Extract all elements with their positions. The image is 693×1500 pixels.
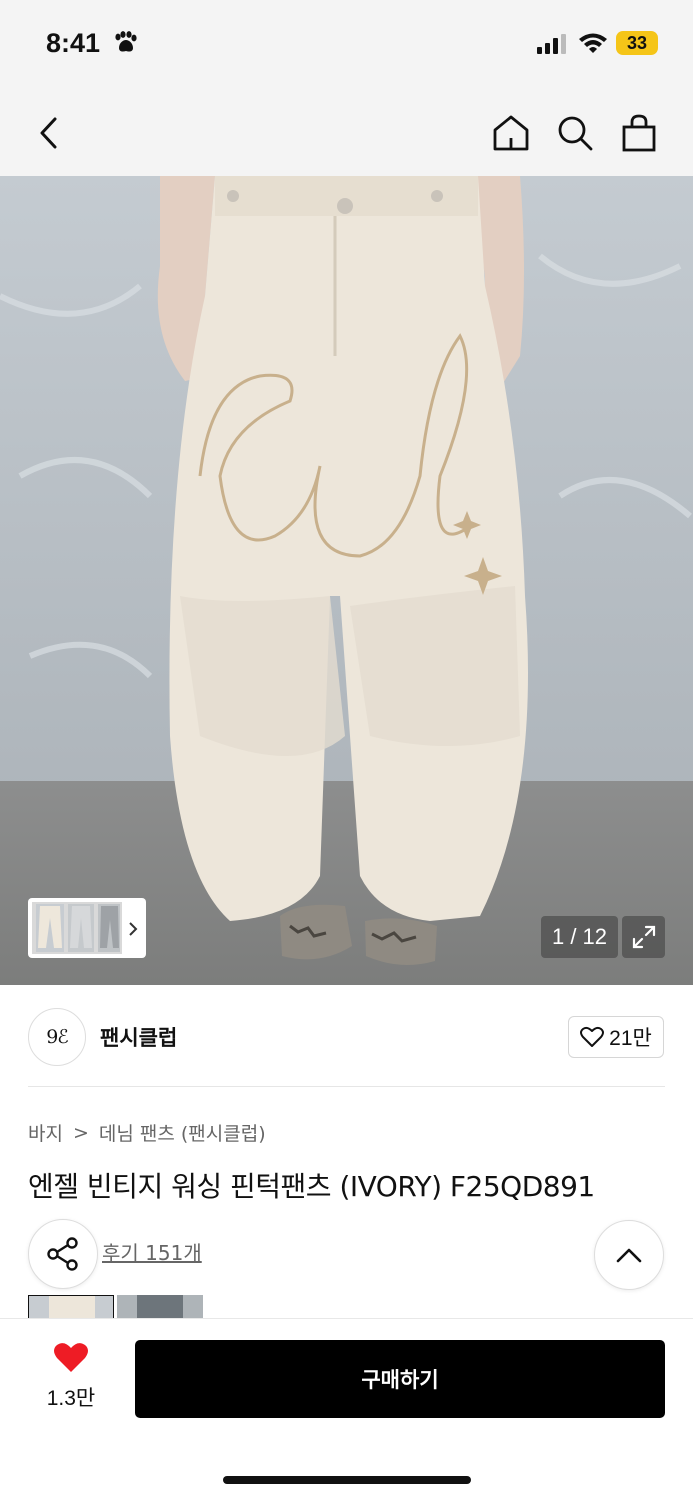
home-indicator[interactable] <box>223 1476 471 1484</box>
brand-name[interactable]: 팬시클럽 <box>100 1022 177 1052</box>
brand-logo[interactable]: 9ℰ <box>28 1008 86 1066</box>
top-nav-bar <box>0 88 693 176</box>
home-button[interactable] <box>486 108 536 158</box>
divider <box>28 1086 665 1087</box>
color-option-image <box>117 1295 203 1320</box>
cart-button[interactable] <box>614 108 664 158</box>
chevron-left-icon <box>40 117 57 149</box>
home-icon <box>493 115 529 151</box>
cellular-signal-icon <box>537 34 566 54</box>
shopping-bag-icon <box>622 114 656 152</box>
breadcrumb-separator: > <box>72 1121 89 1144</box>
product-photo <box>0 176 693 985</box>
gallery-thumbnail-strip[interactable] <box>28 898 146 958</box>
color-option-image <box>29 1296 113 1319</box>
chevron-up-icon <box>616 1248 642 1263</box>
color-option-ivory[interactable] <box>28 1295 114 1320</box>
breadcrumb-category[interactable]: 바지 <box>28 1119 63 1146</box>
wish-count: 1.3만 <box>46 1387 96 1410</box>
share-icon <box>47 1237 78 1271</box>
share-button[interactable] <box>28 1219 98 1289</box>
wish-button[interactable]: 1.3만 <box>40 1342 102 1412</box>
battery-level: 33 <box>616 31 658 55</box>
back-button[interactable] <box>24 108 74 158</box>
status-bar: 8:41 33 <box>0 0 693 88</box>
buy-button[interactable]: 구매하기 <box>135 1340 665 1418</box>
search-icon <box>558 116 593 151</box>
product-title: 엔젤 빈티지 워싱 핀턱팬츠 (IVORY) F25QD891 <box>28 1170 595 1203</box>
breadcrumb-subcategory[interactable]: 데님 팬츠 (팬시클럽) <box>99 1119 266 1146</box>
image-counter: 1 / 12 <box>541 916 618 958</box>
expand-image-button[interactable] <box>622 916 665 958</box>
search-button[interactable] <box>550 108 600 158</box>
breadcrumb: 바지 > 데님 팬츠 (팬시클럽) <box>28 1119 266 1146</box>
review-count-link[interactable]: 후기 151개 <box>102 1237 202 1266</box>
wifi-icon <box>579 33 607 53</box>
scroll-top-button[interactable] <box>594 1220 664 1290</box>
paw-icon <box>115 31 137 52</box>
product-image[interactable]: 1 / 12 <box>0 176 693 985</box>
brand-like-count: 21만 <box>609 1027 652 1050</box>
gallery-thumbnail <box>32 902 138 954</box>
status-time: 8:41 <box>46 28 101 58</box>
color-option-grey[interactable] <box>117 1295 203 1320</box>
heart-filled-icon <box>54 1343 88 1372</box>
heart-outline-icon <box>580 1026 605 1047</box>
brand-like-button[interactable]: 21만 <box>568 1016 664 1058</box>
expand-icon <box>632 925 655 949</box>
